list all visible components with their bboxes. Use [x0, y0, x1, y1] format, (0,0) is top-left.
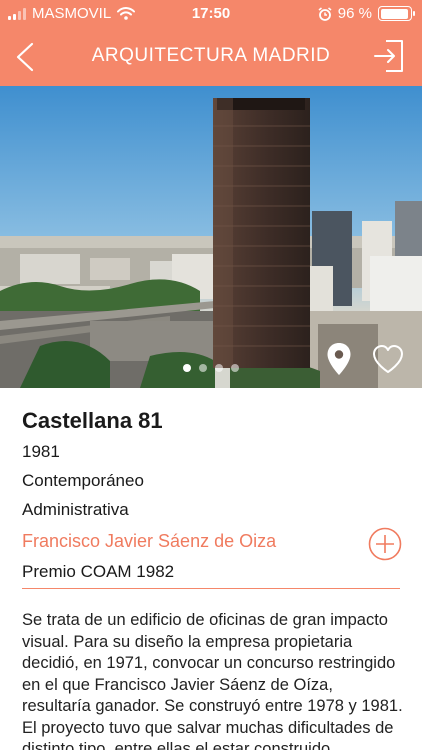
building-award: Premio COAM 1982 [22, 562, 175, 581]
alarm-icon [318, 6, 332, 21]
gallery-pagination [0, 364, 422, 372]
page-title: ARQUITECTURA MADRID [91, 45, 331, 66]
building-style: Contemporáneo [22, 471, 144, 490]
architect-row: Francisco Javier Sáenz de Oiza [22, 527, 402, 561]
exit-icon[interactable] [372, 39, 406, 73]
gallery-dot[interactable] [231, 364, 239, 372]
architect-link[interactable]: Francisco Javier Sáenz de Oiza [22, 529, 402, 552]
plus-icon[interactable] [368, 527, 402, 561]
gallery-dot[interactable] [199, 364, 207, 372]
divider [22, 588, 400, 589]
status-bar: MASMOVIL 17:50 96 % [0, 0, 422, 28]
building-name: Castellana 81 [22, 408, 163, 433]
building-use: Administrativa [22, 500, 129, 519]
gallery-dot[interactable] [215, 364, 223, 372]
building-details: Castellana 81 1981 Contemporáneo Adminis… [22, 408, 402, 582]
battery-percent: 96 % [337, 5, 372, 22]
building-photo-image [0, 86, 422, 388]
status-right: 96 % [318, 5, 415, 22]
gallery-dot[interactable] [183, 364, 191, 372]
building-photo[interactable] [0, 86, 422, 388]
battery-icon [378, 6, 415, 21]
nav-bar: ARQUITECTURA MADRID [0, 28, 422, 86]
building-description: Se trata de un edificio de oficinas de g… [22, 611, 403, 750]
building-year: 1981 [22, 442, 60, 461]
